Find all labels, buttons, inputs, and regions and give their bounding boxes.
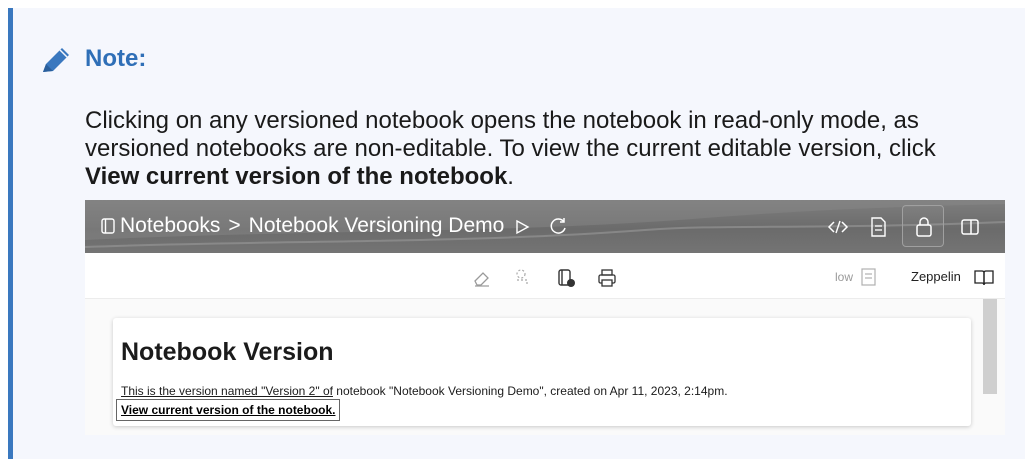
view-current-version-link[interactable]: View current version of the notebook. [116,399,341,421]
card-description: This is the version named "Version 2" of… [121,384,728,398]
note-body: Clicking on any versioned notebook opens… [85,107,995,191]
card-heading: Notebook Version [121,338,334,366]
lock-button[interactable] [902,205,944,247]
pencil-icon [43,48,69,72]
note-text-end: . [507,163,514,190]
eraser-icon[interactable] [471,267,493,289]
clear-output-icon[interactable] [513,267,535,289]
notebook-settings-icon[interactable] [555,267,577,289]
breadcrumb-root[interactable]: Notebooks [120,213,220,239]
card-description-rest: notebook "Notebook Versioning Demo", cre… [332,384,728,398]
lock-icon [916,217,932,237]
note-bold-text: View current version of the notebook [85,163,508,190]
breadcrumb-current: Notebook Versioning Demo [248,214,505,237]
panel-icon[interactable] [957,214,983,240]
output-level-label: low [835,270,854,284]
card-description-underlined: This is the version named "Version 2" of [121,384,333,398]
notebook-screenshot: Notebooks > Notebook Versioning Demo low… [85,200,1005,435]
scrollbar[interactable] [983,299,997,394]
note-text: Clicking on any versioned notebook opens… [85,107,936,162]
book-icon[interactable] [973,266,995,288]
code-icon[interactable] [825,214,851,240]
document-icon[interactable] [865,214,891,240]
version-card: Notebook Version This is the version nam… [113,318,971,426]
list-icon[interactable] [858,266,880,288]
notebook-icon [101,218,115,234]
breadcrumb-separator: > [228,214,241,237]
play-icon[interactable] [509,214,535,240]
note-title: Note: [85,45,147,72]
top-bar: Notebooks > Notebook Versioning Demo [85,200,1005,253]
breadcrumb: Notebooks > Notebook Versioning Demo [101,213,504,239]
refresh-icon[interactable] [545,214,571,240]
notebook-toolbar: low Zeppelin [85,253,1005,299]
print-icon[interactable] [596,267,618,289]
interpreter-label[interactable]: Zeppelin [911,269,961,284]
note-header [40,45,72,75]
